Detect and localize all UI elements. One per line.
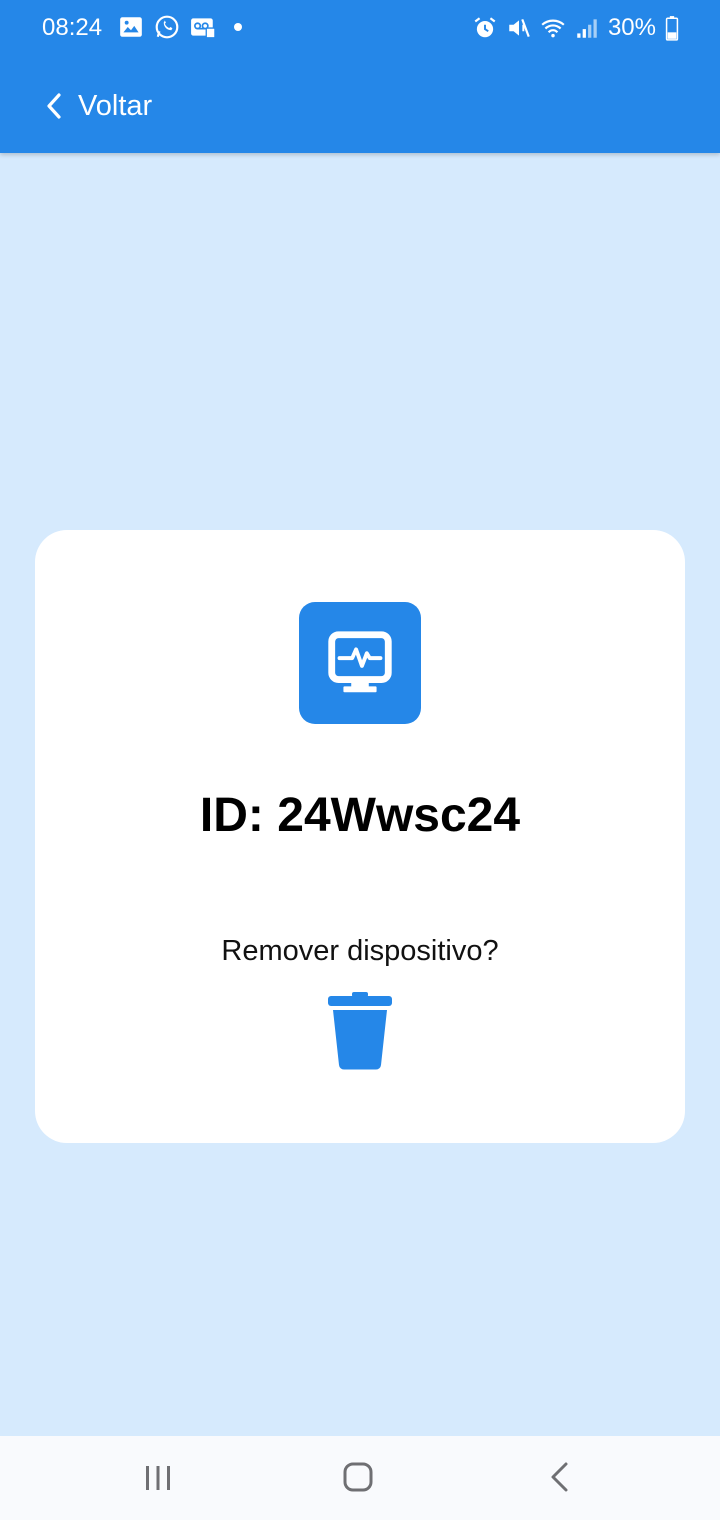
device-card: ID: 24Wwsc24 Remover dispositivo? — [35, 530, 685, 1143]
more-notifications-dot — [234, 23, 242, 31]
battery-percentage: 30% — [607, 14, 656, 41]
remove-device-prompt: Remover dispositivo? — [221, 935, 499, 967]
home-button[interactable] — [338, 1460, 378, 1496]
alarm-icon — [472, 15, 498, 41]
system-nav-bar — [0, 1436, 720, 1520]
mute-icon — [506, 15, 532, 41]
back-icon — [551, 1462, 568, 1492]
back-label: Voltar — [78, 89, 153, 122]
signal-icon — [574, 15, 600, 41]
whatsapp-icon — [154, 14, 180, 40]
monitor-heartbeat-icon — [299, 602, 421, 724]
remove-device-button[interactable] — [327, 992, 393, 1070]
status-time: 08:24 — [42, 14, 103, 41]
home-icon — [343, 1462, 373, 1492]
status-bar: 08:24 30% — [0, 0, 720, 56]
recent-apps-icon — [146, 1466, 170, 1490]
device-id: ID: 24Wwsc24 — [199, 789, 521, 842]
recent-apps-button[interactable] — [138, 1460, 178, 1496]
status-notification-icons — [118, 14, 242, 40]
app-header: 08:24 30% Voltar — [0, 0, 720, 153]
status-system-icons: 30% — [472, 14, 680, 42]
gallery-icon — [118, 14, 144, 40]
battery-icon — [664, 15, 680, 41]
wifi-icon — [540, 15, 566, 41]
trash-icon — [328, 992, 392, 1070]
chevron-left-icon — [44, 91, 64, 121]
system-back-button[interactable] — [540, 1460, 580, 1496]
back-button[interactable]: Voltar — [44, 84, 152, 128]
voicemail-icon — [190, 14, 216, 40]
